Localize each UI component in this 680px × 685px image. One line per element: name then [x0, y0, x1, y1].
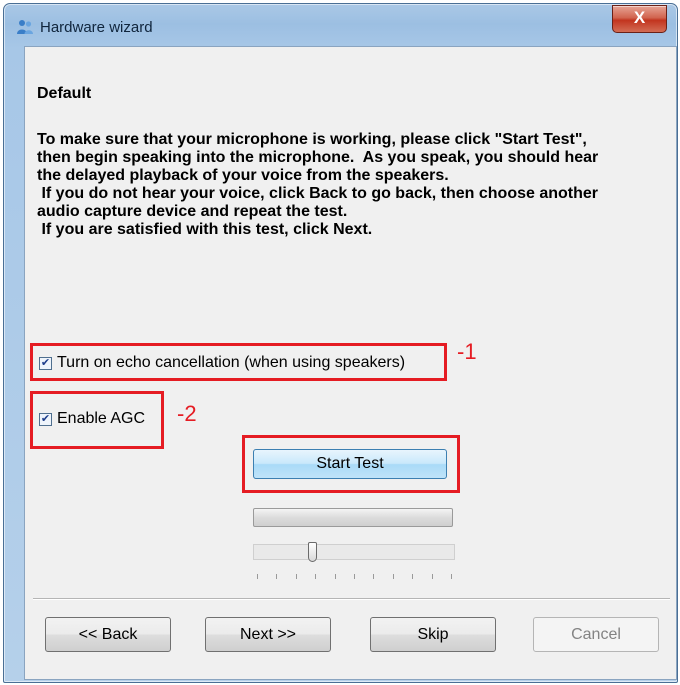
back-button[interactable]: << Back — [45, 617, 171, 652]
volume-slider-thumb[interactable] — [308, 542, 317, 562]
hardware-wizard-window: Hardware wizard X Default To make sure t… — [3, 3, 678, 683]
slider-tick — [412, 574, 413, 579]
next-button[interactable]: Next >> — [205, 617, 331, 652]
footer-divider — [33, 598, 670, 600]
instructions-text: To make sure that your microphone is wor… — [37, 131, 599, 238]
slider-tick — [296, 574, 297, 579]
slider-tick — [315, 574, 316, 579]
page-heading: Default — [37, 85, 92, 102]
window-title: Hardware wizard — [40, 19, 153, 36]
annotation-box-echo — [30, 343, 447, 381]
annotation-box-agc — [30, 391, 164, 449]
volume-slider[interactable] — [253, 542, 455, 562]
title-bar[interactable]: Hardware wizard X — [4, 4, 677, 46]
users-icon — [17, 20, 33, 34]
skip-button[interactable]: Skip — [370, 617, 496, 652]
slider-tick — [432, 574, 433, 579]
volume-slider-ticks — [253, 574, 455, 580]
slider-tick — [373, 574, 374, 579]
close-button[interactable]: X — [612, 5, 667, 33]
cancel-button[interactable]: Cancel — [533, 617, 659, 652]
slider-tick — [335, 574, 336, 579]
slider-tick — [257, 574, 258, 579]
annotation-label-agc: -2 — [177, 401, 197, 426]
wizard-page: Default To make sure that your microphon… — [24, 46, 677, 680]
close-icon: X — [633, 8, 646, 27]
slider-tick — [451, 574, 452, 579]
slider-tick — [276, 574, 277, 579]
audio-level-meter — [253, 508, 453, 527]
start-test-button[interactable]: Start Test — [253, 449, 447, 479]
annotation-label-echo: -1 — [457, 339, 477, 364]
slider-tick — [354, 574, 355, 579]
slider-tick — [393, 574, 394, 579]
